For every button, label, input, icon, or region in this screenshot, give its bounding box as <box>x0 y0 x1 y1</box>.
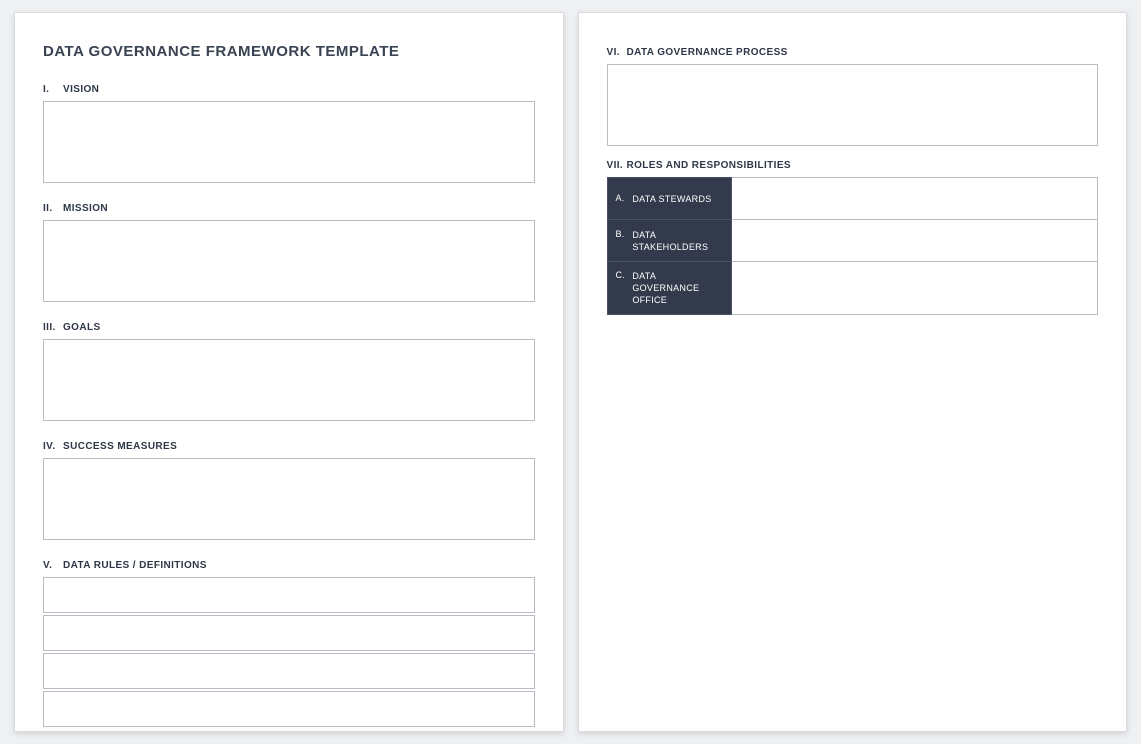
section-num: VII. <box>607 160 627 171</box>
mission-input-box[interactable] <box>43 220 535 302</box>
page-right: VI. DATA GOVERNANCE PROCESS VII. ROLES A… <box>578 12 1128 732</box>
page-left: DATA GOVERNANCE FRAMEWORK TEMPLATE I. VI… <box>14 12 564 732</box>
role-header-office: C. DATA GOVERNANCE OFFICE <box>607 262 731 315</box>
section-num: IV. <box>43 441 63 452</box>
section-process-label: VI. DATA GOVERNANCE PROCESS <box>607 47 1099 58</box>
role-label: DATA STEWARDS <box>632 193 711 205</box>
table-row: C. DATA GOVERNANCE OFFICE <box>607 262 1098 315</box>
role-header-stakeholders: B. DATA STAKEHOLDERS <box>607 220 731 262</box>
rule-row[interactable] <box>43 615 535 651</box>
section-text: VISION <box>63 84 99 95</box>
role-label: DATA STAKEHOLDERS <box>632 229 718 253</box>
process-input-box[interactable] <box>607 64 1099 146</box>
section-text: ROLES AND RESPONSIBILITIES <box>627 160 792 171</box>
section-text: DATA GOVERNANCE PROCESS <box>627 47 788 58</box>
section-text: DATA RULES / DEFINITIONS <box>63 560 207 571</box>
section-vision-label: I. VISION <box>43 84 535 95</box>
rule-row[interactable] <box>43 577 535 613</box>
page-title: DATA GOVERNANCE FRAMEWORK TEMPLATE <box>43 43 535 60</box>
roles-table: A. DATA STEWARDS B. DATA STAKEHOLDERS C.… <box>607 177 1099 315</box>
section-text: SUCCESS MEASURES <box>63 441 177 452</box>
section-num: III. <box>43 322 63 333</box>
section-goals-label: III. GOALS <box>43 322 535 333</box>
role-label: DATA GOVERNANCE OFFICE <box>632 270 718 306</box>
section-mission-label: II. MISSION <box>43 203 535 214</box>
section-success-label: IV. SUCCESS MEASURES <box>43 441 535 452</box>
role-num: A. <box>616 193 630 203</box>
section-rules-label: V. DATA RULES / DEFINITIONS <box>43 560 535 571</box>
role-num: C. <box>616 270 630 280</box>
rule-row[interactable] <box>43 653 535 689</box>
table-row: B. DATA STAKEHOLDERS <box>607 220 1098 262</box>
table-row: A. DATA STEWARDS <box>607 178 1098 220</box>
role-value-stewards[interactable] <box>731 178 1098 220</box>
section-num: I. <box>43 84 63 95</box>
role-value-stakeholders[interactable] <box>731 220 1098 262</box>
section-roles-label: VII. ROLES AND RESPONSIBILITIES <box>607 160 1099 171</box>
goals-input-box[interactable] <box>43 339 535 421</box>
section-num: II. <box>43 203 63 214</box>
success-input-box[interactable] <box>43 458 535 540</box>
vision-input-box[interactable] <box>43 101 535 183</box>
section-num: V. <box>43 560 63 571</box>
role-header-stewards: A. DATA STEWARDS <box>607 178 731 220</box>
rules-rows <box>43 577 535 727</box>
role-num: B. <box>616 229 630 239</box>
section-text: GOALS <box>63 322 101 333</box>
section-num: VI. <box>607 47 627 58</box>
rule-row[interactable] <box>43 691 535 727</box>
role-value-office[interactable] <box>731 262 1098 315</box>
section-text: MISSION <box>63 203 108 214</box>
